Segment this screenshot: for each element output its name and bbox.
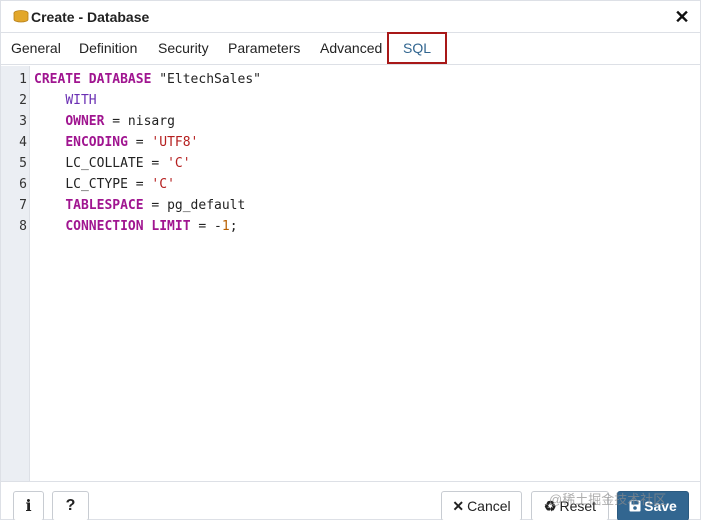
tab-definition[interactable]: Definition: [79, 33, 137, 64]
sql-identifier: LC_CTYPE: [65, 177, 128, 192]
code-line: OWNER = nisarg: [34, 111, 175, 132]
recycle-icon: ♻: [543, 498, 557, 514]
tab-bar: General Definition Security Parameters A…: [1, 32, 700, 65]
code-line: WITH: [34, 90, 97, 111]
code-line: CREATE DATABASE "EltechSales": [34, 69, 261, 90]
sql-text: = nisarg: [104, 114, 175, 129]
reset-label: Reset: [559, 498, 597, 514]
tab-parameters[interactable]: Parameters: [228, 33, 300, 64]
info-button[interactable]: i: [13, 491, 44, 520]
tab-security[interactable]: Security: [158, 33, 209, 64]
code-line: CONNECTION LIMIT = -1;: [34, 216, 238, 237]
sql-keyword: OWNER: [65, 114, 105, 129]
cancel-button[interactable]: ✕ Cancel: [441, 491, 522, 520]
sql-text: = -: [190, 219, 222, 234]
sql-editor[interactable]: 1 2 3 4 5 6 7 8 CREATE DATABASE "EltechS…: [1, 66, 700, 481]
tab-advanced[interactable]: Advanced: [320, 33, 382, 64]
sql-text: ;: [229, 219, 238, 234]
info-icon: i: [25, 496, 32, 515]
code-line: LC_COLLATE = 'C': [34, 153, 191, 174]
sql-string: 'C': [167, 156, 191, 171]
line-number: 6: [19, 177, 27, 192]
sql-keyword: TABLESPACE: [65, 198, 144, 213]
dialog-title: Create - Database: [31, 9, 150, 25]
sql-keyword: ENCODING: [65, 135, 128, 150]
line-number: 4: [19, 135, 27, 150]
line-number: 7: [19, 198, 27, 213]
save-label: Save: [644, 498, 677, 514]
dialog-footer: i ? ✕ Cancel ♻ Reset Save: [1, 481, 700, 520]
code-line: TABLESPACE = pg_default: [34, 195, 245, 216]
dialog-titlebar: Create - Database ✕: [1, 1, 700, 33]
sql-number: 1: [221, 219, 230, 234]
database-icon: [13, 10, 29, 23]
sql-string: 'C': [151, 177, 175, 192]
tab-sql[interactable]: SQL: [387, 32, 448, 64]
sql-text: =: [127, 135, 152, 150]
help-button[interactable]: ?: [52, 491, 89, 520]
cancel-label: Cancel: [467, 498, 511, 514]
sql-keyword: CREATE DATABASE: [34, 72, 152, 87]
line-number: 5: [19, 156, 27, 171]
sql-keyword: CONNECTION LIMIT: [65, 219, 191, 234]
sql-text: =: [143, 156, 168, 171]
close-icon: ✕: [452, 498, 465, 514]
close-icon[interactable]: ✕: [674, 8, 690, 26]
line-number: 1: [19, 72, 27, 87]
reset-button[interactable]: ♻ Reset: [531, 491, 609, 520]
sql-text: "EltechSales": [151, 72, 261, 87]
sql-string: 'UTF8': [151, 135, 199, 150]
line-number: 3: [19, 114, 27, 129]
sql-identifier: LC_COLLATE: [65, 156, 144, 171]
save-button[interactable]: Save: [617, 491, 689, 520]
sql-text: = pg_default: [143, 198, 246, 213]
create-database-dialog: Create - Database ✕ General Definition S…: [0, 0, 701, 520]
code-line: LC_CTYPE = 'C': [34, 174, 175, 195]
code-line: ENCODING = 'UTF8': [34, 132, 198, 153]
line-number: 2: [19, 93, 27, 108]
sql-text: =: [127, 177, 152, 192]
tab-general[interactable]: General: [11, 33, 61, 64]
line-number: 8: [19, 219, 27, 234]
help-icon: ?: [65, 497, 76, 514]
sql-keyword: WITH: [65, 93, 97, 108]
line-number-gutter: 1 2 3 4 5 6 7 8: [1, 66, 30, 481]
save-icon: [629, 500, 641, 512]
